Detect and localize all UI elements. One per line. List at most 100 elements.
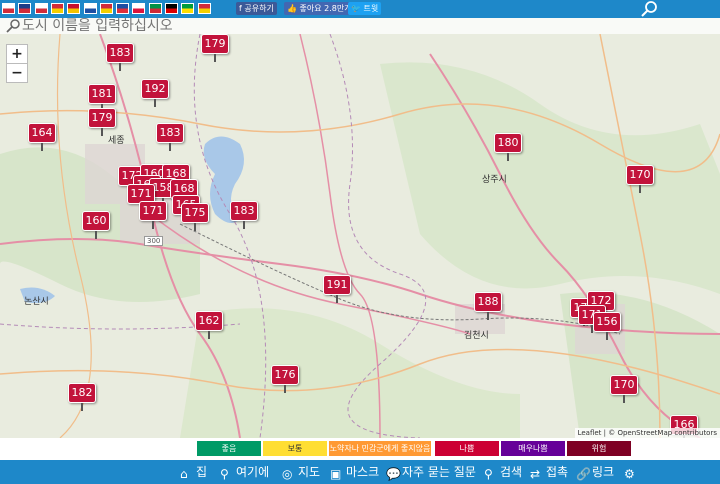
marker-stem (41, 143, 43, 151)
zoom-in-button[interactable]: + (6, 44, 28, 64)
top-bar: f 공유하기 👍 좋아요 2.8만개 🐦 트윗 (0, 0, 720, 18)
aqi-marker[interactable]: 162 (195, 311, 223, 339)
flag-jp-icon[interactable] (34, 3, 48, 14)
aqi-marker[interactable]: 180 (494, 133, 522, 161)
city-label-sangju: 상주시 (482, 175, 507, 185)
map-attribution: Leaflet | © OpenStreetMap contributors (574, 428, 720, 438)
aqi-marker[interactable]: 191 (323, 275, 351, 303)
marker-stem (101, 128, 103, 136)
aqi-marker[interactable]: 182 (68, 383, 96, 411)
marker-stem (214, 54, 216, 62)
aqi-marker-value: 175 (184, 206, 206, 219)
link-icon: 🔗 (576, 467, 591, 481)
nav-connect[interactable]: ⇄ 접촉 (530, 463, 568, 481)
nav-link-label: 링크 (592, 465, 615, 479)
zoom-out-button[interactable]: − (6, 63, 28, 83)
flag-pl-icon[interactable] (132, 3, 146, 14)
legend-item: 좋음 (197, 441, 261, 456)
flag-es-icon[interactable] (67, 3, 81, 14)
aqi-marker-value: 179 (91, 111, 113, 124)
flag-vn2-icon[interactable] (197, 3, 211, 14)
aqi-marker-value: 171 (130, 187, 152, 200)
flag-br-icon[interactable] (181, 3, 195, 14)
mask-icon: ▣ (330, 467, 342, 481)
tweet-label: 트윗 (363, 4, 379, 13)
legend-item: 노약자나 민감군에게 좋지않음 (329, 441, 431, 456)
nav-mask-label: 마스크 (346, 465, 380, 479)
marker-stem (336, 295, 338, 303)
flag-de-icon[interactable] (165, 3, 178, 14)
aqi-marker[interactable]: 170 (610, 375, 638, 403)
nav-link[interactable]: 🔗링크 (576, 463, 614, 481)
nav-connect-label: 접촉 (546, 465, 569, 479)
aqi-marker[interactable]: 156 (593, 312, 621, 340)
share-label: 공유하기 (244, 4, 274, 13)
aqi-marker[interactable]: 160 (82, 211, 110, 239)
nav-here[interactable]: ⚲ 여기에 (220, 463, 269, 481)
marker-stem (507, 153, 509, 161)
flag-it-icon[interactable] (148, 3, 162, 14)
flag-ru-icon[interactable] (83, 3, 97, 14)
marker-stem (623, 395, 625, 403)
aqi-marker[interactable]: 183 (156, 123, 184, 151)
tweet-button[interactable]: 🐦 트윗 (348, 2, 382, 15)
facebook-like-button[interactable]: 👍 좋아요 2.8만개 (284, 2, 355, 15)
aqi-marker-value: 188 (477, 295, 499, 308)
aqi-marker[interactable]: 170 (626, 165, 654, 193)
aqi-marker[interactable]: 181 (88, 84, 116, 112)
aqi-marker[interactable]: 171 (139, 201, 167, 229)
marker-stem (152, 221, 154, 229)
aqi-marker[interactable]: 188 (474, 292, 502, 320)
aqi-legend: 좋음 보통 노약자나 민감군에게 좋지않음 나쁨 매우나쁨 위험 (0, 438, 720, 460)
aqi-marker-value: 156 (596, 315, 618, 328)
nav-map[interactable]: ◎ 지도 (282, 463, 320, 481)
city-search-input[interactable] (22, 18, 462, 34)
aqi-marker-value: 179 (204, 37, 226, 50)
aqi-marker[interactable]: 179 (88, 108, 116, 136)
aqi-marker-value: 180 (497, 136, 519, 149)
aqi-marker[interactable]: 192 (141, 79, 169, 107)
marker-stem (95, 231, 97, 239)
twitter-icon: 🐦 (351, 4, 361, 13)
facebook-share-button[interactable]: f 공유하기 (236, 2, 277, 15)
nav-faq[interactable]: 💬자주 묻는 질문 (386, 463, 476, 481)
nav-home-label: 집 (196, 465, 208, 479)
flag-uk-icon[interactable] (18, 3, 32, 14)
aqi-marker-value: 192 (144, 82, 166, 95)
home-icon: ⌂ (180, 467, 188, 481)
nav-home[interactable]: ⌂ 집 (180, 463, 207, 481)
nav-mask[interactable]: ▣ 마스크 (330, 463, 379, 481)
search-icon[interactable] (640, 1, 658, 17)
city-label-nonsan: 논산시 (24, 297, 49, 307)
city-label-sejong: 세종 (108, 136, 125, 146)
flag-fr-icon[interactable] (116, 3, 130, 14)
map-view[interactable]: 상주시 김천시 논산시 세종 300 179 183 181 192 179 164 183… (0, 34, 720, 438)
aqi-marker[interactable]: 179 (201, 34, 229, 62)
search-icon: ⚲ (484, 467, 493, 481)
aqi-marker-value: 183 (233, 204, 255, 217)
aqi-marker-value: 191 (326, 278, 348, 291)
marker-stem (243, 221, 245, 229)
aqi-marker[interactable]: 164 (28, 123, 56, 151)
nav-search[interactable]: ⚲ 검색 (484, 463, 522, 481)
aqi-marker[interactable]: 175 (181, 203, 209, 231)
nav-settings[interactable]: ⚙ (624, 463, 640, 481)
aqi-marker[interactable]: 183 (106, 43, 134, 71)
thumbs-up-icon: 👍 (287, 4, 297, 13)
marker-stem (81, 403, 83, 411)
flag-vn-icon[interactable] (99, 3, 113, 14)
search-icon (6, 19, 20, 33)
flag-kr-icon[interactable] (2, 3, 15, 14)
nav-faq-label: 자주 묻는 질문 (402, 465, 476, 479)
aqi-marker-value: 182 (71, 386, 93, 399)
marker-stem (284, 385, 286, 393)
flag-cn-icon[interactable] (50, 3, 64, 14)
chat-icon: 💬 (386, 467, 401, 481)
facebook-icon: f (239, 4, 242, 13)
aqi-marker[interactable]: 176 (271, 365, 299, 393)
aqi-marker-value: 162 (198, 314, 220, 327)
nav-here-label: 여기에 (236, 465, 270, 479)
aqi-marker[interactable]: 183 (230, 201, 258, 229)
aqi-marker-value: 160 (85, 214, 107, 227)
marker-stem (119, 63, 121, 71)
